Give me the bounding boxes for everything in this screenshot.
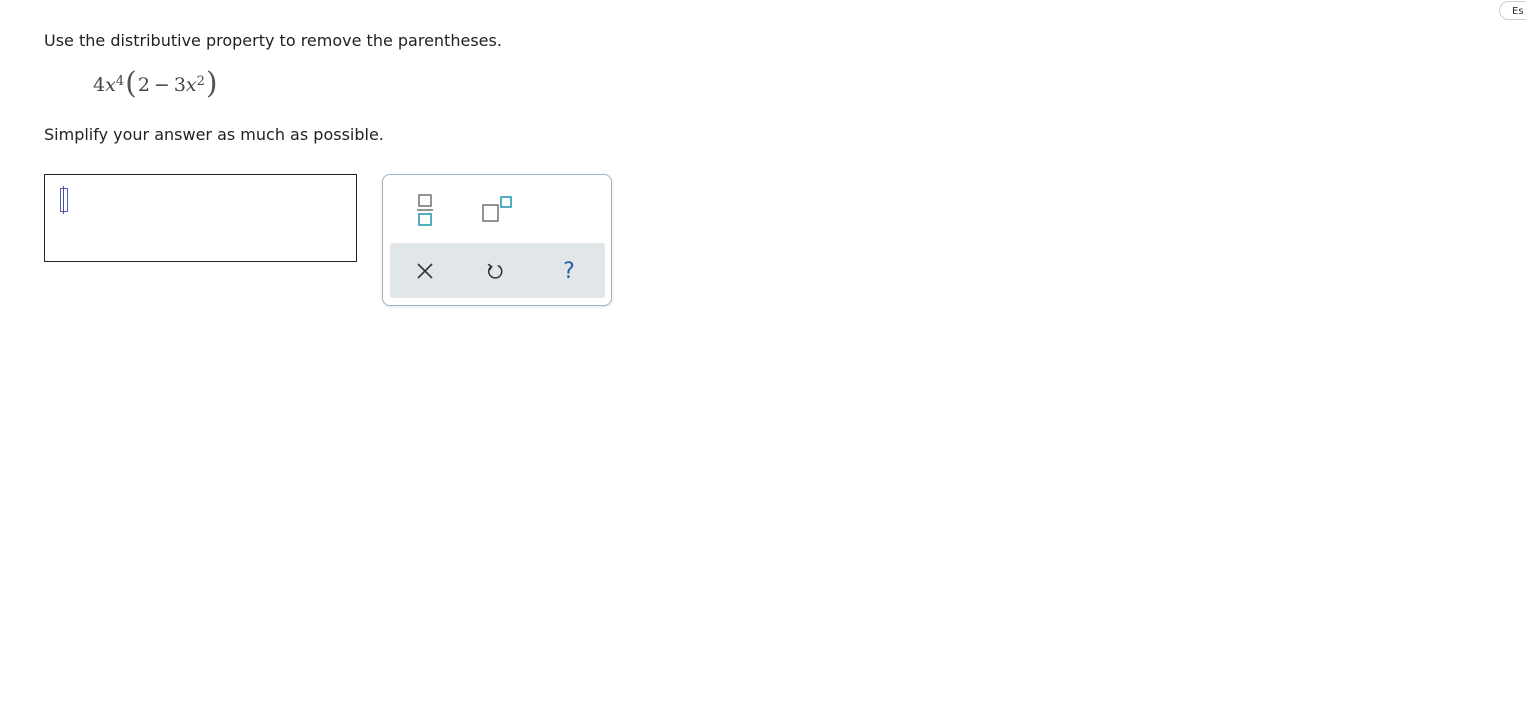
expression-coefficient: 4 xyxy=(93,74,106,96)
undo-button[interactable] xyxy=(479,255,511,287)
text-cursor-icon xyxy=(60,186,68,214)
simplify-note: Simplify your answer as much as possible… xyxy=(44,125,384,144)
inner-constant: 2 xyxy=(137,74,150,96)
open-parenthesis: ( xyxy=(125,66,137,101)
palette-action-bar: ? xyxy=(390,243,605,298)
close-parenthesis: ) xyxy=(205,66,218,101)
question-instruction: Use the distributive property to remove … xyxy=(44,31,502,50)
close-icon xyxy=(417,263,433,279)
inner-coefficient: 3 xyxy=(173,74,186,96)
math-palette: ? xyxy=(382,174,612,306)
answer-input[interactable] xyxy=(44,174,357,262)
inner-variable: x xyxy=(185,74,197,96)
question-mark-icon: ? xyxy=(563,258,575,284)
expression-variable: x xyxy=(105,74,116,96)
math-expression: 4 x 4 ( 2 − 3 x 2 ) xyxy=(93,66,218,101)
spanish-language-button[interactable]: Es xyxy=(1499,1,1526,20)
undo-icon xyxy=(487,263,503,279)
clear-button[interactable] xyxy=(409,255,441,287)
exponent-template-button[interactable] xyxy=(477,193,517,225)
help-button[interactable]: ? xyxy=(553,255,585,287)
page: Es Use the distributive property to remo… xyxy=(0,0,1526,701)
fraction-icon xyxy=(417,194,433,226)
exponent-icon xyxy=(482,196,512,222)
expression-operator: − xyxy=(153,74,170,96)
fraction-template-button[interactable] xyxy=(411,191,439,229)
